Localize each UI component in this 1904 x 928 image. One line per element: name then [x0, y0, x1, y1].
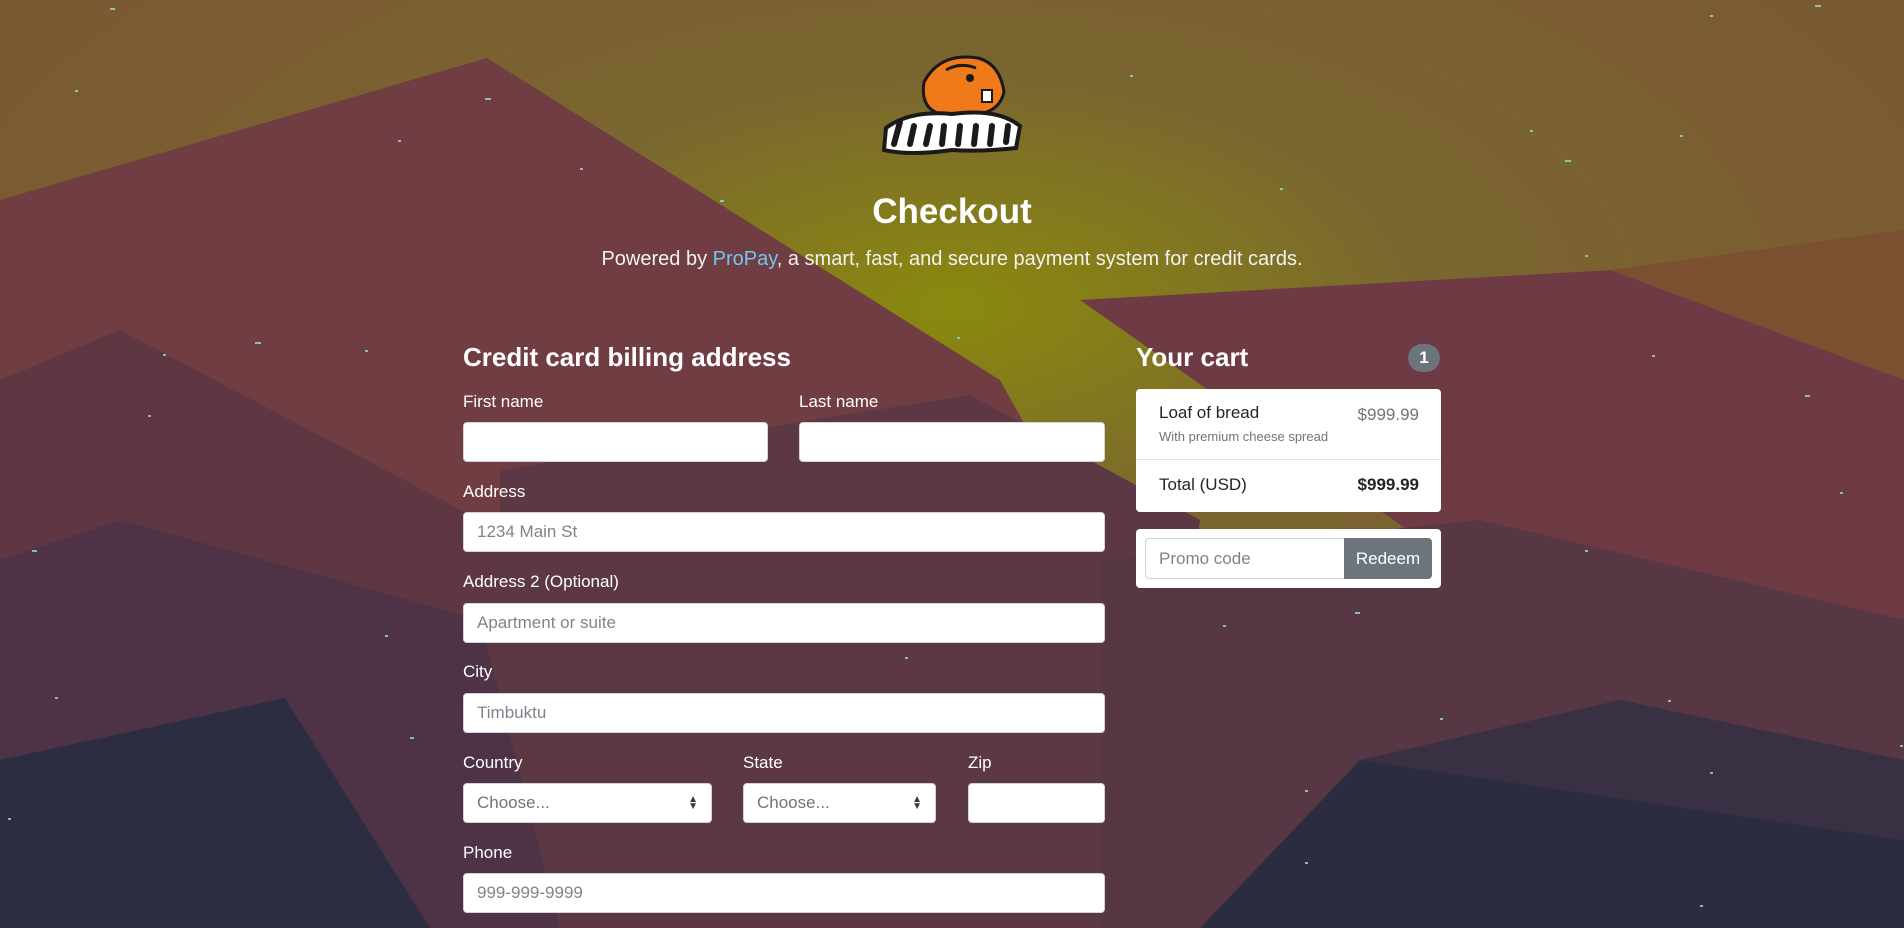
- first-name-label: First name: [463, 392, 544, 411]
- cart-title: Your cart: [1136, 342, 1249, 372]
- subtitle-text-before: Powered by: [601, 248, 713, 270]
- state-select[interactable]: Choose... ▲ ▼: [743, 783, 936, 823]
- state-selected-value: Choose...: [757, 793, 830, 812]
- page-title: Checkout: [872, 192, 1032, 231]
- cart-total-row: Total (USD) $999.99: [1136, 460, 1441, 512]
- select-arrows-icon: ▲ ▼: [688, 794, 698, 812]
- page-subtitle: Powered by ProPay, a smart, fast, and se…: [0, 248, 1904, 271]
- cart-item-price: $999.99: [1357, 405, 1419, 424]
- city-input[interactable]: [463, 693, 1105, 733]
- last-name-input[interactable]: [799, 422, 1105, 462]
- billing-section-title: Credit card billing address: [463, 342, 791, 372]
- promo-card: Redeem: [1136, 529, 1441, 588]
- address2-input[interactable]: [463, 603, 1105, 643]
- cart-count-badge: 1: [1408, 344, 1440, 372]
- cart-list: Loaf of bread With premium cheese spread…: [1136, 389, 1441, 512]
- state-label: State: [743, 753, 783, 772]
- phone-input[interactable]: [463, 873, 1105, 913]
- first-name-input[interactable]: [463, 422, 768, 462]
- cart-total-label: Total (USD): [1159, 475, 1247, 494]
- zip-label: Zip: [968, 753, 992, 772]
- country-label: Country: [463, 753, 523, 772]
- beavers-logo: [881, 55, 1023, 155]
- cart-item: Loaf of bread With premium cheese spread…: [1136, 389, 1441, 460]
- promo-code-input[interactable]: [1145, 538, 1345, 579]
- cart-item-description: With premium cheese spread: [1159, 429, 1329, 444]
- redeem-button[interactable]: Redeem: [1344, 538, 1432, 579]
- select-arrows-icon: ▲ ▼: [912, 794, 922, 812]
- country-selected-value: Choose...: [477, 793, 550, 812]
- address2-label: Address 2 (Optional): [463, 572, 619, 591]
- phone-label: Phone: [463, 843, 513, 862]
- country-select[interactable]: Choose... ▲ ▼: [463, 783, 712, 823]
- cart-total-value: $999.99: [1357, 475, 1419, 494]
- zip-input[interactable]: [968, 783, 1105, 823]
- city-label: City: [463, 662, 493, 681]
- subtitle-text-after: , a smart, fast, and secure payment syst…: [776, 248, 1303, 270]
- propay-link[interactable]: ProPay: [713, 248, 777, 270]
- cart-item-name: Loaf of bread: [1159, 403, 1260, 422]
- address-input[interactable]: [463, 512, 1105, 552]
- address-label: Address: [463, 482, 526, 501]
- last-name-label: Last name: [799, 392, 879, 411]
